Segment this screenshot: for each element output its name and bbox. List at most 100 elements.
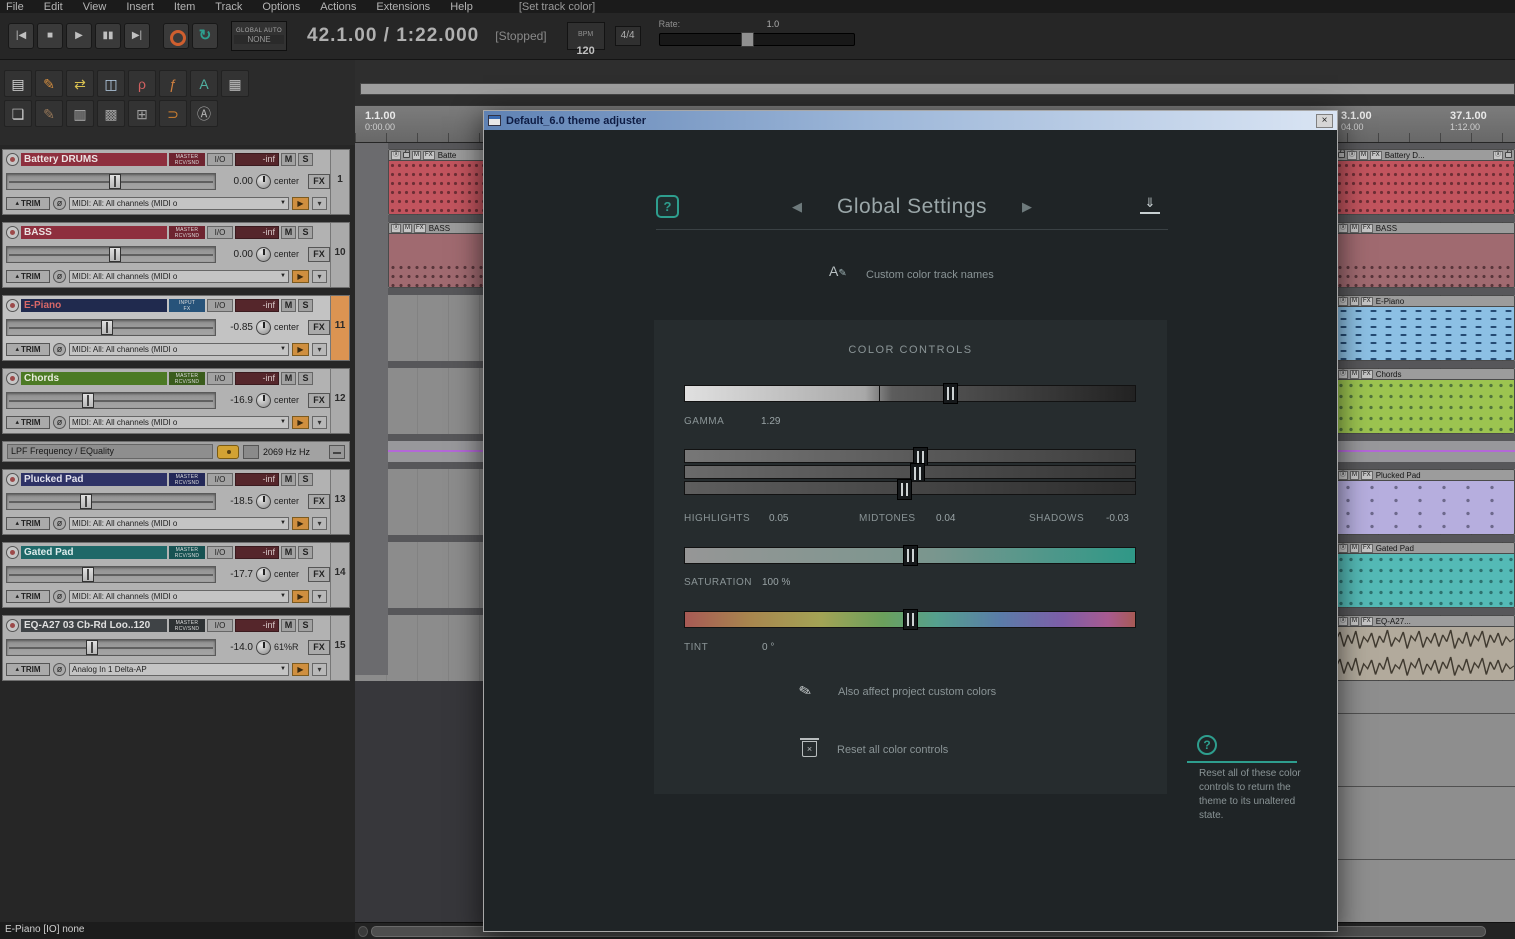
record-arm-button[interactable]	[6, 299, 19, 312]
phase-button[interactable]: ø	[53, 196, 66, 210]
item-arm-icon[interactable]: ⓐ	[391, 150, 402, 160]
record-arm-button[interactable]	[6, 372, 19, 385]
input-arm-button[interactable]: ▾	[312, 415, 327, 429]
trim-button[interactable]: ▴ TRIM	[6, 269, 50, 283]
solo-button[interactable]: S	[298, 372, 313, 385]
volume-fader-handle[interactable]	[109, 246, 122, 262]
media-item[interactable]: ⓐ M FX BASS	[1335, 222, 1515, 288]
input-select[interactable]: MIDI: All: All channels (MIDI o ▼	[69, 196, 289, 210]
highlights-slider[interactable]	[684, 447, 1136, 468]
solo-button[interactable]: S	[298, 153, 313, 166]
saturation-slider[interactable]	[684, 545, 1136, 566]
mute-button[interactable]: M	[281, 546, 296, 559]
toolbar-docs-button[interactable]: ❏	[4, 100, 32, 127]
fx-button[interactable]: FX	[308, 392, 330, 408]
trash-icon[interactable]: ×	[800, 738, 819, 757]
menu-options[interactable]: Options	[262, 1, 300, 13]
pan-knob[interactable]	[256, 246, 271, 262]
also-affect-custom-colors-button[interactable]: Also affect project custom colors	[838, 686, 996, 698]
toolbar-grid-button[interactable]: ▦	[221, 70, 249, 97]
item-arm-icon[interactable]: ⓐ	[391, 223, 402, 233]
goto-start-button[interactable]: |◀	[8, 23, 34, 49]
media-item[interactable]: ⓐ M FX EQ-A27...	[1335, 615, 1515, 681]
track-panel[interactable]: Gated Pad MASTER RCV/SND I/O -inf M S -1…	[2, 542, 350, 608]
menu-track[interactable]: Track	[215, 1, 242, 13]
pause-button[interactable]: ▮▮	[95, 23, 121, 49]
pan-knob[interactable]	[256, 493, 271, 509]
input-arm-button[interactable]: ▾	[312, 662, 327, 676]
item-arm-icon[interactable]: ⓐ	[1338, 369, 1349, 379]
item-fx-button[interactable]: FX	[1361, 369, 1373, 379]
media-item[interactable]: ⓐ M FX E-Piano	[1335, 295, 1515, 361]
input-arm-button[interactable]: ▾	[312, 516, 327, 530]
pan-knob[interactable]	[256, 566, 271, 582]
item-mute-button[interactable]: M	[1350, 223, 1360, 233]
volume-fader-handle[interactable]	[86, 639, 99, 655]
volume-fader-handle[interactable]	[82, 566, 95, 582]
input-select[interactable]: MIDI: All: All channels (MIDI o ▼	[69, 415, 289, 429]
menu-item[interactable]: Item	[174, 1, 195, 13]
close-button[interactable]: ×	[1316, 113, 1333, 128]
io-button[interactable]: I/O	[207, 473, 233, 486]
repeat-button[interactable]: ↻	[192, 23, 218, 49]
fx-button[interactable]: FX	[308, 319, 330, 335]
goto-end-button[interactable]: ▶|	[124, 23, 150, 49]
fx-button[interactable]: FX	[308, 493, 330, 509]
toolbar-pencil-dark-button[interactable]: ✎	[35, 100, 63, 127]
input-select[interactable]: Analog In 1 Delta-AP ▼	[69, 662, 289, 676]
mute-button[interactable]: M	[281, 473, 296, 486]
track-name[interactable]: Plucked Pad	[21, 473, 167, 486]
envelope-bypass-button[interactable]	[243, 444, 259, 459]
dialog-titlebar[interactable]: Default_6.0 theme adjuster ×	[484, 111, 1337, 130]
fx-button[interactable]: FX	[308, 639, 330, 655]
menu-view[interactable]: View	[83, 1, 107, 13]
media-item[interactable]: ⓐ M FX Batte	[388, 149, 485, 215]
gamma-slider-handle[interactable]	[942, 383, 958, 404]
monitor-button[interactable]: ▶	[292, 196, 309, 210]
toolbar-item-properties-button[interactable]: ◫	[97, 70, 125, 97]
track-name[interactable]: BASS	[21, 226, 167, 239]
item-fx-button[interactable]: FX	[1361, 616, 1373, 626]
item-arm-icon[interactable]: ⓐ	[1338, 296, 1349, 306]
volume-fader-handle[interactable]	[100, 319, 113, 335]
volume-fader[interactable]	[6, 638, 216, 656]
mute-button[interactable]: M	[281, 153, 296, 166]
toolbar-lasso-button[interactable]: ρ	[128, 70, 156, 97]
record-button[interactable]	[163, 23, 189, 49]
track-number[interactable]: 14	[330, 543, 349, 607]
record-arm-button[interactable]	[6, 473, 19, 486]
item-fx-button[interactable]: FX	[1361, 543, 1373, 553]
volume-fader[interactable]	[6, 318, 216, 336]
item-arm-icon[interactable]: ⓐ	[1338, 470, 1349, 480]
solo-button[interactable]: S	[298, 473, 313, 486]
track-name[interactable]: Battery DRUMS	[21, 153, 167, 166]
pan-knob[interactable]	[256, 173, 271, 189]
item-arm-icon[interactable]: ⓐ	[1338, 616, 1349, 626]
transport-time-display[interactable]: 42.1.00 / 1:22.000	[307, 25, 479, 47]
item-fx-button[interactable]: FX	[1361, 296, 1373, 306]
menu-edit[interactable]: Edit	[44, 1, 63, 13]
input-arm-button[interactable]: ▾	[312, 269, 327, 283]
brush-icon[interactable]: ✎	[797, 681, 814, 702]
track-panel[interactable]: Chords MASTER RCV/SND I/O -inf M S -16.9…	[2, 368, 350, 434]
item-mute-button[interactable]: M	[1350, 369, 1360, 379]
media-item[interactable]: ⓐ M FX BASS	[388, 222, 485, 288]
volume-fader[interactable]	[6, 565, 216, 583]
input-arm-button[interactable]: ▾	[312, 589, 327, 603]
track-name[interactable]: Gated Pad	[21, 546, 167, 559]
input-arm-button[interactable]: ▾	[312, 342, 327, 356]
toolbar-item-doc-button[interactable]: ▤	[4, 70, 32, 97]
trim-button[interactable]: ▴ TRIM	[6, 662, 50, 676]
media-item[interactable]: ⓐ M FX Plucked Pad	[1335, 469, 1515, 535]
item-fx-button[interactable]: FX	[423, 150, 435, 160]
pan-knob[interactable]	[256, 639, 271, 655]
record-arm-button[interactable]	[6, 226, 19, 239]
mute-button[interactable]: M	[281, 226, 296, 239]
midtones-slider[interactable]	[684, 463, 1136, 484]
menu-help[interactable]: Help	[450, 1, 473, 13]
track-panel[interactable]: EQ-A27 03 Cb-Rd Loo..120 MASTER RCV/SND …	[2, 615, 350, 681]
mute-button[interactable]: M	[281, 372, 296, 385]
toolbar-swap-arrows-button[interactable]: ⇄	[66, 70, 94, 97]
monitor-button[interactable]: ▶	[292, 662, 309, 676]
trim-button[interactable]: ▴ TRIM	[6, 415, 50, 429]
